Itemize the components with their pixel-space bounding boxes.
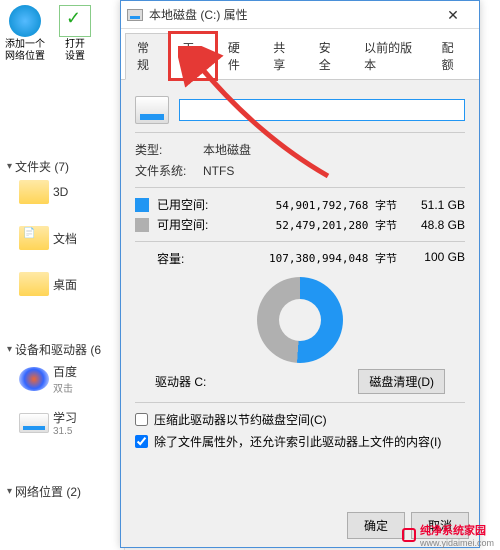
add-network-location-button[interactable]: 添加一个 网络位置 [0, 0, 50, 70]
section-label: 文件夹 (7) [15, 158, 69, 175]
toolbar-label: 添加一个 网络位置 [0, 39, 50, 63]
usage-pie-chart [257, 277, 343, 363]
free-label: 可用空间: [157, 216, 221, 233]
properties-dialog: 本地磁盘 (C:) 属性 ✕ 常规 工具 硬件 共享 安全 以前的版本 配额 类… [120, 0, 480, 548]
network-location-section-header[interactable]: ▾网络位置 (2) [5, 480, 120, 503]
used-space-row: 已用空间: 54,901,792,768 字节 51.1 GB [135, 196, 465, 213]
capacity-human: 100 GB [409, 250, 465, 267]
explorer-toolbar: 添加一个 网络位置 ✓ 打开 设置 [0, 0, 125, 70]
type-label: 类型: [135, 141, 203, 158]
type-value: 本地磁盘 [203, 141, 251, 158]
drive-icon [135, 96, 169, 124]
used-human: 51.1 GB [409, 198, 465, 212]
tab-security[interactable]: 安全 [307, 33, 352, 79]
volume-name-input[interactable] [179, 99, 465, 121]
filesystem-value: NTFS [203, 164, 234, 178]
explorer-background: 添加一个 网络位置 ✓ 打开 设置 ▾文件夹 (7) 3D 📄文档 桌面 ▾设备… [0, 0, 125, 550]
list-item[interactable]: 3D [5, 178, 120, 206]
index-label: 除了文件属性外，还允许索引此驱动器上文件的内容(I) [154, 433, 441, 450]
close-button[interactable]: ✕ [433, 1, 473, 29]
drive-icon [127, 9, 143, 21]
divider [135, 132, 465, 133]
compress-checkbox[interactable] [135, 413, 148, 426]
section-label: 网络位置 (2) [15, 483, 81, 500]
tabstrip: 常规 工具 硬件 共享 安全 以前的版本 配额 [121, 29, 479, 80]
drive-caption: 驱动器 C: [155, 373, 206, 390]
baidu-netdisk-icon [19, 367, 49, 391]
index-checkbox[interactable] [135, 435, 148, 448]
titlebar[interactable]: 本地磁盘 (C:) 属性 ✕ [121, 1, 479, 29]
tab-quota[interactable]: 配额 [430, 33, 475, 79]
free-human: 48.8 GB [409, 218, 465, 232]
tab-tools[interactable]: 工具 [170, 33, 215, 79]
index-checkbox-row[interactable]: 除了文件属性外，还允许索引此驱动器上文件的内容(I) [135, 433, 465, 450]
tab-hardware[interactable]: 硬件 [216, 33, 261, 79]
drives-section-header[interactable]: ▾设备和驱动器 (6 [5, 338, 120, 361]
disk-cleanup-button[interactable]: 磁盘清理(D) [358, 369, 445, 394]
capacity-bytes: 107,380,994,048 字节 [221, 250, 409, 267]
capacity-row: 容量: 107,380,994,048 字节 100 GB [157, 250, 465, 267]
compress-label: 压缩此驱动器以节约磁盘空间(C) [154, 411, 327, 428]
watermark-brand: 纯净系统家园 [420, 522, 494, 538]
folder-icon [19, 272, 49, 296]
tab-previous-versions[interactable]: 以前的版本 [352, 33, 430, 79]
used-label: 已用空间: [157, 196, 221, 213]
divider [135, 241, 465, 242]
divider [135, 402, 465, 403]
compress-checkbox-row[interactable]: 压缩此驱动器以节约磁盘空间(C) [135, 411, 465, 428]
tab-sharing[interactable]: 共享 [261, 33, 306, 79]
list-item[interactable]: 桌面 [5, 270, 120, 298]
watermark: 纯净系统家园 www.yidaimei.com [402, 522, 494, 548]
watermark-logo-icon [402, 528, 416, 542]
general-panel: 类型:本地磁盘 文件系统:NTFS 已用空间: 54,901,792,768 字… [121, 80, 479, 530]
used-bytes: 54,901,792,768 字节 [221, 197, 409, 213]
free-space-row: 可用空间: 52,479,201,280 字节 48.8 GB [135, 216, 465, 233]
ok-button[interactable]: 确定 [347, 512, 405, 539]
toolbar-label: 打开 设置 [50, 39, 100, 63]
capacity-label: 容量: [157, 250, 221, 267]
globe-plus-icon [9, 5, 41, 37]
folders-section-header[interactable]: ▾文件夹 (7) [5, 155, 120, 178]
filesystem-label: 文件系统: [135, 162, 203, 179]
chevron-down-icon: ▾ [7, 344, 12, 355]
list-item[interactable]: 百度双击 [5, 361, 120, 397]
divider [135, 187, 465, 188]
list-item[interactable]: 📄文档 [5, 224, 120, 252]
list-item[interactable]: 学习31.5 [5, 407, 120, 439]
watermark-url: www.yidaimei.com [420, 538, 494, 548]
folder-icon: 📄 [19, 226, 49, 250]
folder-icon [19, 180, 49, 204]
drive-icon [19, 413, 49, 433]
window-title: 本地磁盘 (C:) 属性 [149, 6, 433, 23]
free-bytes: 52,479,201,280 字节 [221, 217, 409, 233]
open-settings-button[interactable]: ✓ 打开 设置 [50, 0, 100, 70]
chevron-down-icon: ▾ [7, 161, 12, 172]
section-label: 设备和驱动器 (6 [15, 341, 101, 358]
settings-check-icon: ✓ [59, 5, 91, 37]
tab-general[interactable]: 常规 [125, 33, 170, 80]
free-swatch-icon [135, 218, 149, 232]
used-swatch-icon [135, 198, 149, 212]
chevron-down-icon: ▾ [7, 486, 12, 497]
